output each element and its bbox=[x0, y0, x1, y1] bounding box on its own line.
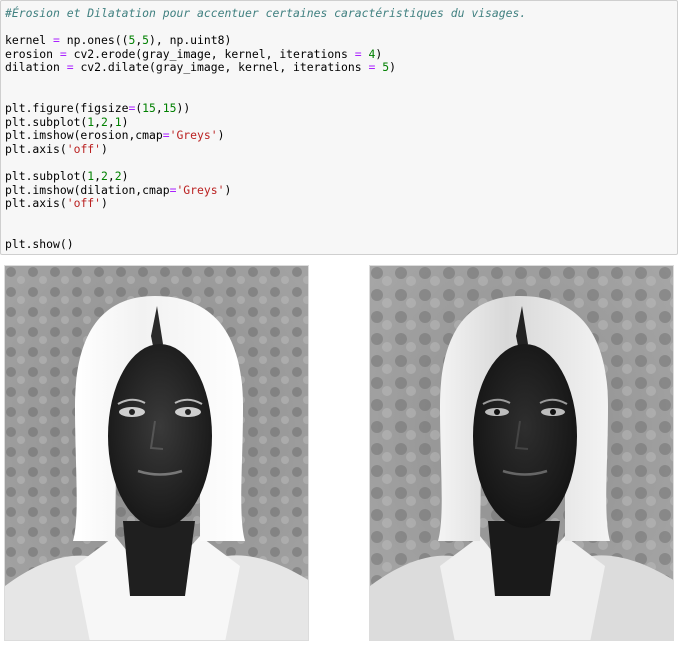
code-line: plt.axis('off') bbox=[5, 197, 526, 211]
code-string: 'off' bbox=[66, 141, 102, 156]
code-token: ) bbox=[224, 182, 232, 197]
code-string: 'off' bbox=[66, 196, 102, 211]
code-number: 2 bbox=[101, 114, 108, 129]
code-line: plt.subplot(1,2,1) bbox=[5, 114, 526, 130]
code-string: 'Greys' bbox=[176, 182, 225, 197]
code-token: , bbox=[107, 169, 115, 184]
erosion-image bbox=[4, 265, 309, 641]
code-token: plt.figure(figsize bbox=[5, 101, 129, 116]
code-number: 1 bbox=[114, 114, 122, 129]
code-operator: = bbox=[354, 46, 362, 61]
code-token: , bbox=[94, 114, 102, 129]
code-token: ), np.uint8) bbox=[149, 33, 232, 48]
code-token: kernel bbox=[5, 33, 54, 48]
code-token: plt.axis( bbox=[5, 196, 67, 211]
code-number: 15 bbox=[162, 101, 177, 116]
code-token: plt.subplot( bbox=[5, 169, 88, 184]
code-line: kernel = np.ones((5,5), np.uint8) bbox=[5, 33, 526, 48]
code-token: dilation bbox=[5, 60, 67, 75]
code-editor[interactable]: #Érosion et Dilatation pour accentuer ce… bbox=[5, 6, 527, 252]
code-token: ) bbox=[389, 60, 396, 75]
code-token: plt.imshow(dilation,cmap bbox=[5, 182, 170, 197]
code-operator: = bbox=[59, 46, 67, 61]
code-token: cv2.dilate(gray_image, kernel, iteration… bbox=[73, 60, 369, 75]
code-operator: = bbox=[162, 128, 170, 143]
code-line: plt.imshow(dilation,cmap='Greys') bbox=[5, 182, 526, 198]
code-line: erosion = cv2.erode(gray_image, kernel, … bbox=[5, 46, 526, 62]
code-line: plt.figure(figsize=(15,15)) bbox=[5, 101, 526, 116]
code-string: 'Greys' bbox=[169, 128, 218, 143]
code-number: 2 bbox=[101, 169, 108, 184]
code-token: ) bbox=[101, 141, 108, 156]
code-token: , bbox=[94, 169, 102, 184]
code-comment: #Érosion et Dilatation pour accentuer ce… bbox=[5, 6, 527, 20]
code-cell[interactable]: #Érosion et Dilatation pour accentuer ce… bbox=[0, 0, 678, 255]
code-token: plt.subplot( bbox=[5, 114, 88, 129]
code-token: plt.axis( bbox=[5, 141, 67, 156]
dilation-image bbox=[369, 265, 674, 641]
code-token: )) bbox=[176, 101, 191, 116]
code-line: plt.imshow(erosion,cmap='Greys') bbox=[5, 129, 526, 143]
code-line: dilation = cv2.dilate(gray_image, kernel… bbox=[5, 61, 526, 75]
code-token: ) bbox=[101, 196, 108, 211]
code-token: , bbox=[155, 101, 163, 116]
code-token: plt.show() bbox=[5, 237, 74, 252]
erosion-plot bbox=[5, 266, 308, 640]
code-number: 2 bbox=[114, 169, 122, 184]
code-token: , bbox=[107, 114, 115, 129]
code-line: plt.axis('off') bbox=[5, 141, 526, 157]
code-token: ) bbox=[121, 114, 129, 129]
dilation-plot bbox=[370, 266, 673, 640]
code-line: #Érosion et Dilatation pour accentuer ce… bbox=[5, 6, 527, 21]
code-token: plt.imshow(erosion,cmap bbox=[5, 128, 163, 143]
code-token: cv2.erode(gray_image, kernel, iterations bbox=[66, 46, 355, 61]
code-token: np.ones(( bbox=[59, 33, 129, 48]
code-token: erosion bbox=[5, 46, 60, 61]
code-line: plt.subplot(1,2,2) bbox=[5, 169, 526, 184]
code-token: ) bbox=[375, 46, 383, 61]
code-number: 5 bbox=[142, 33, 150, 48]
cell-output bbox=[0, 265, 680, 643]
code-token: ) bbox=[217, 128, 225, 143]
code-line: plt.show() bbox=[5, 237, 526, 252]
code-operator: = bbox=[53, 33, 60, 48]
code-number: 15 bbox=[142, 101, 156, 116]
code-token: ) bbox=[121, 169, 129, 184]
code-operator: = bbox=[66, 60, 74, 75]
